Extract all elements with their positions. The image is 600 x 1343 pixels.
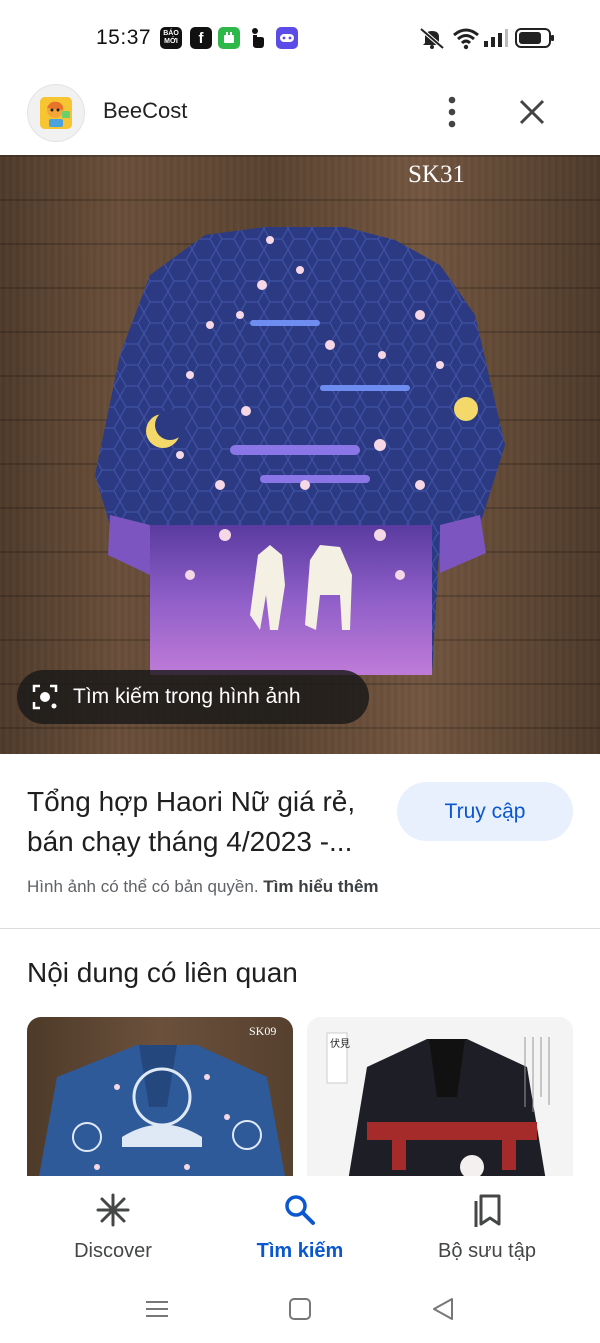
image-watermark: SK31: [408, 161, 465, 188]
green-app-icon: [218, 27, 240, 49]
visit-button[interactable]: Truy cập: [397, 782, 573, 841]
search-in-image-button[interactable]: Tìm kiếm trong hình ảnh: [17, 670, 369, 724]
battery-icon: [515, 28, 554, 48]
related-card[interactable]: SK09: [27, 1017, 293, 1187]
home-icon[interactable]: [285, 1294, 315, 1324]
related-card-image: SK09: [37, 1024, 287, 1187]
related-content-title: Nội dung có liên quan: [27, 957, 298, 988]
muted-bell-icon: [419, 27, 445, 50]
nav-discover[interactable]: Discover: [23, 1190, 203, 1263]
game-controller-icon: [276, 27, 298, 49]
status-time: 15:37: [96, 26, 152, 49]
bottom-navigation: Discover Tìm kiếm Bộ sưu tập: [0, 1176, 600, 1276]
system-navigation-bar: [0, 1278, 600, 1343]
nav-collections-label: Bộ sưu tập: [438, 1240, 536, 1262]
nav-collections[interactable]: Bộ sưu tập: [397, 1190, 577, 1263]
baomoi-icon: BÁO MỚI: [160, 27, 182, 49]
status-bar: 15:37 BÁO MỚI f: [0, 0, 600, 76]
copyright-notice: Hình ảnh có thể có bản quyền. Tìm hiểu t…: [27, 877, 379, 897]
search-in-image-label: Tìm kiếm trong hình ảnh: [73, 685, 301, 708]
app-header: BeeCost: [0, 78, 600, 154]
app-name: BeeCost: [103, 98, 188, 123]
nav-discover-label: Discover: [74, 1240, 152, 1262]
hand-touch-icon: [246, 27, 268, 49]
signal-icon: [484, 29, 508, 47]
nav-search[interactable]: Tìm kiếm: [210, 1190, 390, 1263]
related-card[interactable]: 伏見: [307, 1017, 573, 1187]
kimono-illustration: [95, 227, 505, 675]
wifi-icon: [453, 28, 479, 50]
learn-more-link[interactable]: Tìm hiểu thêm: [263, 877, 378, 896]
recents-menu-icon[interactable]: [142, 1294, 172, 1324]
related-card-watermark: SK09: [249, 1024, 276, 1038]
back-icon[interactable]: [428, 1294, 458, 1324]
close-icon[interactable]: [514, 94, 550, 130]
facebook-icon: f: [190, 27, 212, 49]
beecost-logo: [27, 84, 85, 142]
nav-search-label: Tìm kiếm: [256, 1240, 344, 1262]
related-card-image: 伏見: [307, 1017, 573, 1187]
related-card-caption: 伏見: [330, 1037, 350, 1050]
collections-icon: [474, 1194, 501, 1227]
lens-icon: [32, 684, 58, 710]
result-title: Tổng hợp Haori Nữ giá rẻ, bán chạy tháng…: [27, 786, 356, 857]
more-options-icon[interactable]: [438, 94, 466, 130]
section-divider: [0, 928, 600, 929]
search-icon: [285, 1195, 315, 1225]
copyright-text: Hình ảnh có thể có bản quyền.: [27, 877, 259, 896]
product-image[interactable]: SK31 Tìm kiếm trong hình ảnh: [0, 155, 600, 754]
asterisk-icon: [96, 1193, 130, 1227]
